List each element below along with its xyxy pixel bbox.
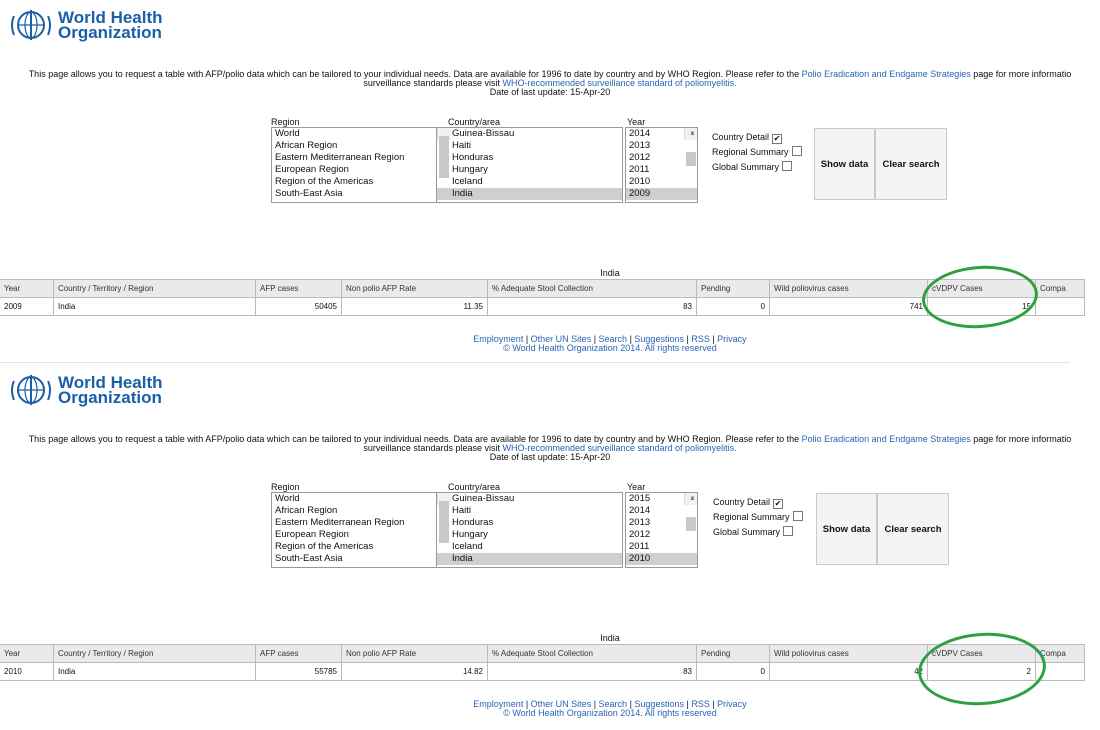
search-panel-1: World Health Organization This page allow… [0, 0, 1100, 365]
footer: Employment | Other UN Sites | Search | S… [0, 700, 1100, 718]
list-item-selected: India [437, 188, 622, 200]
country-detail-option[interactable]: Country Detail ✔ [713, 495, 803, 510]
table-caption: India [600, 268, 620, 278]
last-update: Date of last update: 15-Apr-20 [489, 87, 611, 97]
copyright: © World Health Organization 2014. All ri… [503, 343, 717, 353]
strategies-link[interactable]: Polio Eradication and Endgame Strategies [802, 434, 971, 444]
list-item: Iceland [452, 541, 483, 552]
list-item: Region of the Americas [275, 176, 374, 187]
list-item: Region of the Americas [275, 541, 374, 552]
global-summary-option[interactable]: Global Summary [713, 525, 803, 540]
list-item: Eastern Mediterranean Region [275, 152, 405, 163]
list-item-selected: 2010 [626, 553, 697, 565]
scroll-down-icon[interactable]: ▼ [685, 493, 697, 505]
intro-text: This page allows you to request a table … [0, 435, 1100, 462]
global-summary-option[interactable]: Global Summary [712, 160, 802, 175]
who-emblem-icon [11, 375, 51, 405]
list-item: South-East Asia [275, 553, 343, 564]
year-scrollbar[interactable]: ▲ ▼ [684, 128, 697, 166]
year-listbox[interactable]: 2015 2014 2013 2012 2011 2010 ▲ ▼ [625, 492, 698, 568]
divider [0, 362, 1070, 363]
list-item: 2014 [629, 505, 651, 516]
list-item: Honduras [452, 517, 494, 528]
regional-summary-checkbox[interactable] [792, 511, 803, 521]
scroll-down-icon[interactable]: ▼ [685, 128, 697, 140]
list-item: European Region [275, 529, 349, 540]
who-logo[interactable]: World Health Organization [8, 373, 163, 407]
who-wordmark: World Health Organization [58, 373, 163, 407]
country-listbox[interactable]: Guinea-Bissau Haiti Honduras Hungary Iceland… [436, 127, 623, 203]
who-logo[interactable]: World Health Organization [8, 8, 163, 42]
clear-search-button[interactable]: Clear search [875, 128, 947, 200]
regional-summary-option[interactable]: Regional Summary [712, 145, 802, 160]
list-item: Eastern Mediterranean Region [275, 517, 405, 528]
list-item: 2013 [629, 140, 651, 151]
global-summary-checkbox[interactable] [782, 161, 793, 171]
list-item: Honduras [452, 152, 494, 163]
country-listbox[interactable]: Guinea-Bissau Haiti Honduras Hungary Iceland… [436, 492, 623, 568]
country-scrollbar[interactable] [437, 128, 451, 178]
footer-link-privacy[interactable]: Privacy [717, 699, 747, 709]
region-listbox[interactable]: World African Region Eastern Mediterranean… [271, 492, 448, 568]
copyright: © World Health Organization 2014. All ri… [503, 708, 717, 718]
year-scrollbar[interactable]: ▲ ▼ [684, 493, 697, 531]
country-scrollbar[interactable] [437, 493, 451, 543]
strategies-link[interactable]: Polio Eradication and Endgame Strategies [802, 69, 971, 79]
list-item: Guinea-Bissau [452, 128, 515, 139]
list-item: Haiti [452, 140, 472, 151]
list-item: European Region [275, 164, 349, 175]
table-caption: India [600, 633, 620, 643]
list-item: World [275, 128, 300, 139]
country-detail-checkbox[interactable]: ✔ [773, 499, 784, 509]
regional-summary-option[interactable]: Regional Summary [713, 510, 803, 525]
search-panel-2: World Health Organization This page allow… [0, 365, 1100, 730]
show-data-button[interactable]: Show data [814, 128, 875, 200]
summary-options: Country Detail ✔ Regional Summary Global … [713, 495, 803, 540]
who-wordmark: World Health Organization [58, 8, 163, 42]
year-listbox[interactable]: 2014 2013 2012 2011 2010 2009 ▲ ▼ [625, 127, 698, 203]
country-detail-checkbox[interactable]: ✔ [772, 134, 783, 144]
list-item: South-East Asia [275, 188, 343, 199]
list-item: 2010 [629, 176, 651, 187]
last-update: Date of last update: 15-Apr-20 [489, 452, 611, 462]
country-detail-option[interactable]: Country Detail ✔ [712, 130, 802, 145]
list-item: Hungary [452, 529, 488, 540]
list-item-selected: India [437, 553, 622, 565]
list-item: Haiti [452, 505, 472, 516]
footer: Employment | Other UN Sites | Search | S… [0, 335, 1100, 353]
list-item: African Region [275, 140, 338, 151]
list-item: Hungary [452, 164, 488, 175]
list-item: African Region [275, 505, 338, 516]
show-data-button[interactable]: Show data [816, 493, 877, 565]
list-item: Guinea-Bissau [452, 493, 515, 504]
list-item: World [275, 493, 300, 504]
region-listbox[interactable]: World African Region Eastern Mediterranean… [271, 127, 448, 203]
list-item: Iceland [452, 176, 483, 187]
footer-link-privacy[interactable]: Privacy [717, 334, 747, 344]
clear-search-button[interactable]: Clear search [877, 493, 949, 565]
regional-summary-checkbox[interactable] [791, 146, 802, 156]
summary-options: Country Detail ✔ Regional Summary Global … [712, 130, 802, 175]
global-summary-checkbox[interactable] [783, 526, 794, 536]
list-item: 2011 [629, 541, 650, 552]
list-item-selected: 2009 [626, 188, 697, 200]
who-emblem-icon [11, 10, 51, 40]
intro-text: This page allows you to request a table … [0, 70, 1100, 97]
